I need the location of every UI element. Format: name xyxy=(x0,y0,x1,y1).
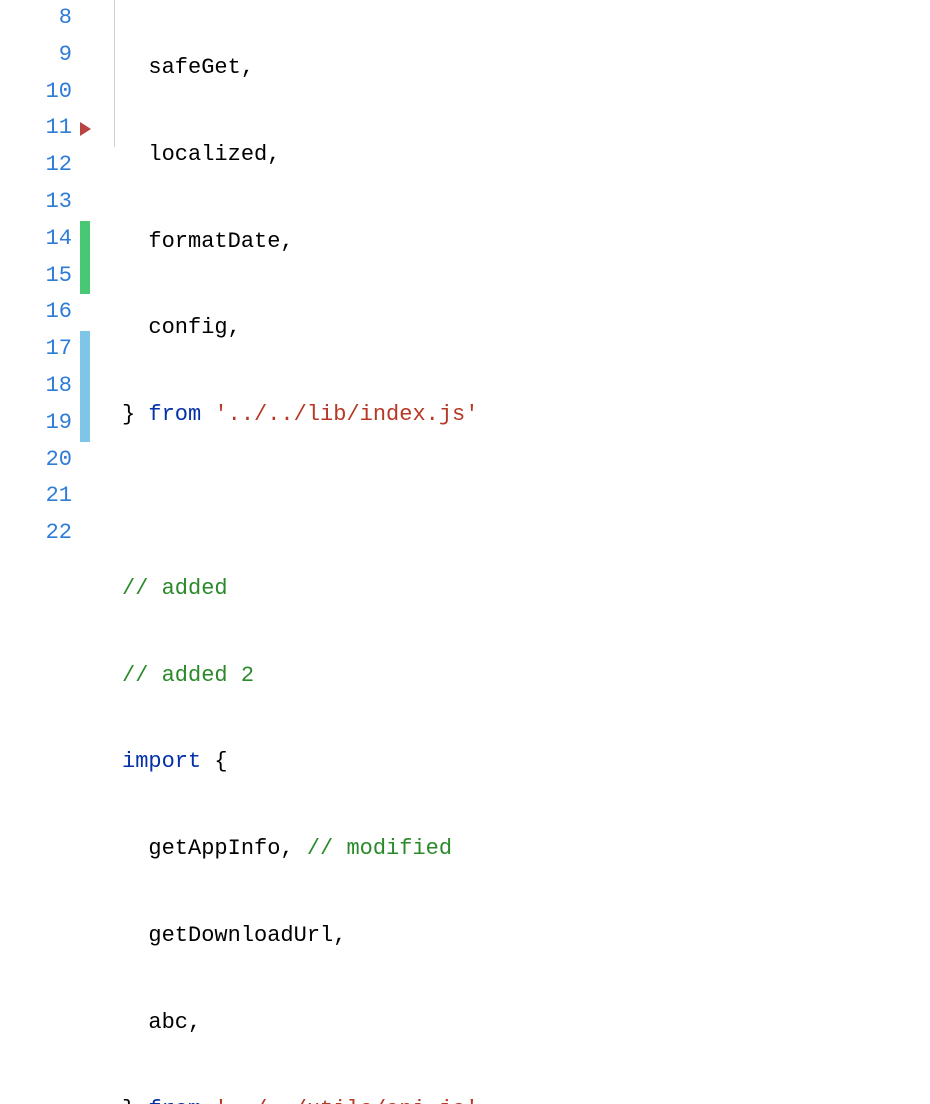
line-number[interactable]: 15 xyxy=(0,258,72,295)
added-marker[interactable] xyxy=(80,221,90,295)
code-line[interactable] xyxy=(122,484,930,521)
line-number[interactable]: 11 xyxy=(0,110,72,147)
code-line[interactable]: // added 2 xyxy=(122,658,930,695)
indent-guide xyxy=(114,0,115,147)
line-number[interactable]: 16 xyxy=(0,294,72,331)
code-line[interactable]: safeGet, xyxy=(122,50,930,87)
line-number[interactable]: 12 xyxy=(0,147,72,184)
code-line[interactable]: localized, xyxy=(122,137,930,174)
code-line[interactable]: getAppInfo, // modified xyxy=(122,831,930,868)
line-number[interactable]: 10 xyxy=(0,74,72,111)
code-line[interactable]: // added xyxy=(122,571,930,608)
line-number[interactable]: 21 xyxy=(0,478,72,515)
line-number[interactable]: 8 xyxy=(0,0,72,37)
code-content[interactable]: safeGet, localized, formatDate, config, … xyxy=(122,0,930,1104)
line-number[interactable]: 19 xyxy=(0,405,72,442)
line-number[interactable]: 22 xyxy=(0,515,72,552)
line-number[interactable]: 13 xyxy=(0,184,72,221)
indent-guide-column xyxy=(108,0,122,1104)
code-editor[interactable]: 8 9 10 11 12 13 14 15 16 17 18 19 20 21 … xyxy=(0,0,930,1104)
deletion-marker-icon[interactable] xyxy=(80,122,91,136)
code-line[interactable]: import { xyxy=(122,744,930,781)
line-number[interactable]: 17 xyxy=(0,331,72,368)
code-line[interactable]: config, xyxy=(122,310,930,347)
line-number[interactable]: 18 xyxy=(0,368,72,405)
code-line[interactable]: } from '../../lib/index.js' xyxy=(122,397,930,434)
line-number[interactable]: 20 xyxy=(0,442,72,479)
line-number[interactable]: 9 xyxy=(0,37,72,74)
diff-gutter[interactable] xyxy=(80,0,90,1104)
line-number-gutter[interactable]: 8 9 10 11 12 13 14 15 16 17 18 19 20 21 … xyxy=(0,0,80,1104)
code-line[interactable]: abc, xyxy=(122,1005,930,1042)
spacer xyxy=(90,0,108,1104)
code-line[interactable]: getDownloadUrl, xyxy=(122,918,930,955)
code-line[interactable]: } from '../../utils/api.js' xyxy=(122,1092,930,1104)
code-line[interactable]: formatDate, xyxy=(122,224,930,261)
modified-marker[interactable] xyxy=(80,331,90,441)
line-number[interactable]: 14 xyxy=(0,221,72,258)
